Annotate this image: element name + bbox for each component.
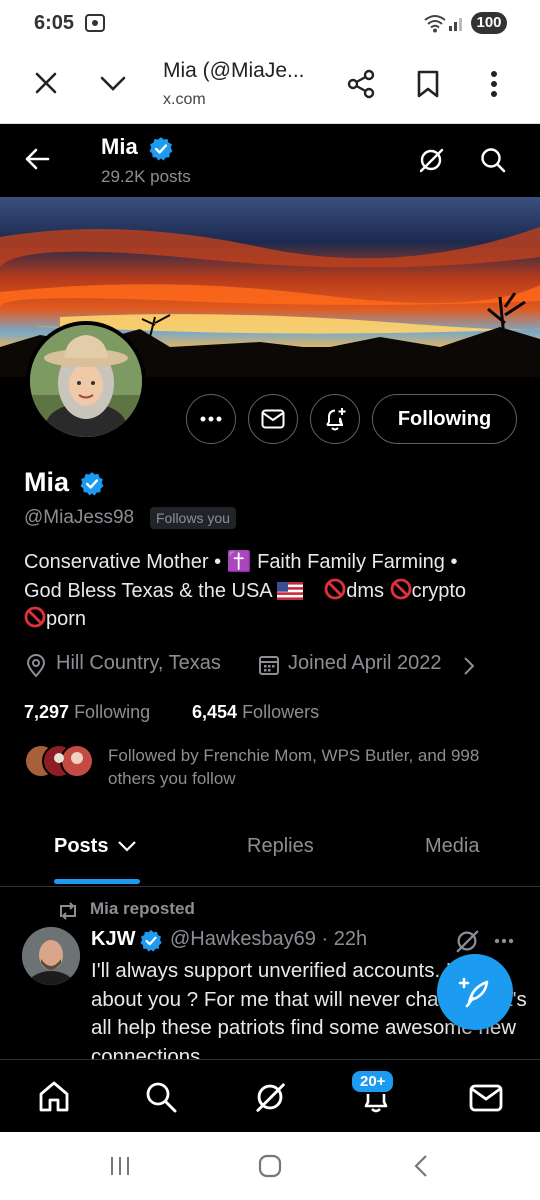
more-vertical-icon[interactable] bbox=[488, 70, 500, 100]
bio-porn-text: porn bbox=[46, 608, 87, 630]
mail-icon bbox=[261, 409, 285, 429]
bottom-navigation: 20+ bbox=[0, 1059, 540, 1132]
mail-icon[interactable] bbox=[469, 1084, 503, 1112]
more-horizontal-icon bbox=[200, 416, 222, 422]
screenshot-icon bbox=[85, 14, 105, 32]
profile-location: Hill Country, Texas bbox=[56, 652, 221, 674]
verified-badge-icon bbox=[140, 930, 162, 952]
prohibited-icon bbox=[24, 606, 46, 628]
location-pin-icon bbox=[26, 654, 46, 678]
status-bar: 6:05 100 bbox=[0, 0, 540, 46]
close-icon[interactable] bbox=[34, 71, 58, 95]
battery-indicator: 100 bbox=[471, 12, 507, 34]
prohibited-icon bbox=[324, 578, 346, 599]
bookmark-icon[interactable] bbox=[416, 70, 440, 98]
home-button-icon[interactable] bbox=[258, 1154, 282, 1178]
prohibited-icon bbox=[390, 578, 411, 599]
chevron-down-icon[interactable] bbox=[117, 840, 137, 852]
signal-icon bbox=[449, 18, 462, 31]
repost-icon bbox=[60, 902, 76, 920]
tab-replies[interactable]: Replies bbox=[247, 835, 314, 858]
us-flag-icon bbox=[277, 581, 304, 600]
message-button[interactable] bbox=[248, 394, 298, 444]
reposted-label: Mia reposted bbox=[90, 899, 195, 918]
followers-label: Followers bbox=[242, 702, 320, 722]
profile-handle: @MiaJess98 bbox=[24, 507, 135, 528]
bio-line-2: God Bless Texas & the USA dms crypto bbox=[24, 577, 524, 606]
bio-line-3: porn bbox=[24, 605, 524, 634]
header-name: Mia bbox=[101, 134, 138, 159]
chevron-down-icon[interactable] bbox=[99, 75, 127, 93]
follows-you-badge: Follows you bbox=[150, 507, 236, 529]
bio-dms-text: dms bbox=[346, 579, 385, 602]
following-label: Following bbox=[74, 702, 151, 722]
home-icon[interactable] bbox=[37, 1080, 71, 1114]
back-icon[interactable] bbox=[411, 1154, 431, 1178]
following-count-link[interactable]: 7,297 Following bbox=[24, 702, 150, 723]
notifications-badge: 20+ bbox=[350, 1069, 396, 1094]
bio-crypto-text: crypto bbox=[411, 579, 467, 602]
share-icon[interactable] bbox=[346, 69, 376, 99]
profile-name: Mia bbox=[24, 467, 70, 497]
header-post-count: 29.2K posts bbox=[101, 167, 191, 186]
tweet-author-name[interactable]: KJW bbox=[91, 928, 135, 951]
notify-button[interactable] bbox=[310, 394, 360, 444]
search-icon[interactable] bbox=[479, 146, 507, 174]
browser-url: x.com bbox=[163, 91, 206, 108]
search-icon[interactable] bbox=[144, 1080, 178, 1114]
calendar-icon bbox=[259, 656, 279, 675]
tab-posts[interactable]: Posts bbox=[54, 835, 108, 858]
tweet-author-avatar[interactable] bbox=[22, 927, 80, 985]
bio-line-1: Conservative Mother • ✝️ Faith Family Fa… bbox=[24, 551, 458, 573]
wifi-icon bbox=[424, 15, 446, 33]
grok-icon[interactable] bbox=[253, 1080, 287, 1114]
compose-post-button[interactable] bbox=[437, 954, 513, 1030]
chevron-right-icon[interactable] bbox=[463, 656, 475, 676]
verified-badge-icon bbox=[80, 472, 104, 496]
bell-plus-icon bbox=[326, 408, 346, 431]
followers-count: 6,454 bbox=[192, 702, 238, 722]
following-button[interactable]: Following bbox=[372, 394, 517, 444]
more-options-button[interactable] bbox=[186, 394, 236, 444]
verified-badge-icon bbox=[149, 137, 173, 161]
browser-page-title: Mia (@MiaJe... bbox=[163, 59, 305, 82]
profile-bio: Conservative Mother • ✝️ Faith Family Fa… bbox=[24, 548, 524, 634]
grok-icon[interactable] bbox=[454, 928, 480, 954]
active-tab-indicator bbox=[54, 879, 140, 884]
system-navigation-bar bbox=[0, 1132, 540, 1200]
back-arrow-icon[interactable] bbox=[24, 148, 50, 170]
profile-joined[interactable]: Joined April 2022 bbox=[288, 652, 441, 675]
x-profile-page: Mia 29.2K posts Following Mia @MiaJess98… bbox=[0, 124, 540, 1059]
grok-icon[interactable] bbox=[417, 146, 445, 174]
followed-by-text[interactable]: Followed by Frenchie Mom, WPS Butler, an… bbox=[108, 744, 528, 790]
more-horizontal-icon[interactable] bbox=[494, 938, 514, 944]
bio-texas-text: God Bless Texas & the USA bbox=[24, 579, 272, 602]
tweet-author-handle[interactable]: @Hawkesbay69 · 22h bbox=[170, 928, 367, 951]
profile-avatar[interactable] bbox=[26, 321, 146, 441]
tab-media[interactable]: Media bbox=[425, 835, 479, 858]
followers-count-link[interactable]: 6,454 Followers bbox=[192, 702, 319, 723]
browser-toolbar: Mia (@MiaJe... x.com bbox=[0, 46, 540, 124]
status-time: 6:05 bbox=[34, 12, 75, 34]
compose-feather-icon bbox=[458, 977, 489, 1008]
following-count: 7,297 bbox=[24, 702, 70, 722]
followed-by-avatars[interactable] bbox=[24, 744, 94, 778]
recent-apps-icon[interactable] bbox=[108, 1154, 132, 1178]
tab-divider bbox=[0, 886, 540, 887]
